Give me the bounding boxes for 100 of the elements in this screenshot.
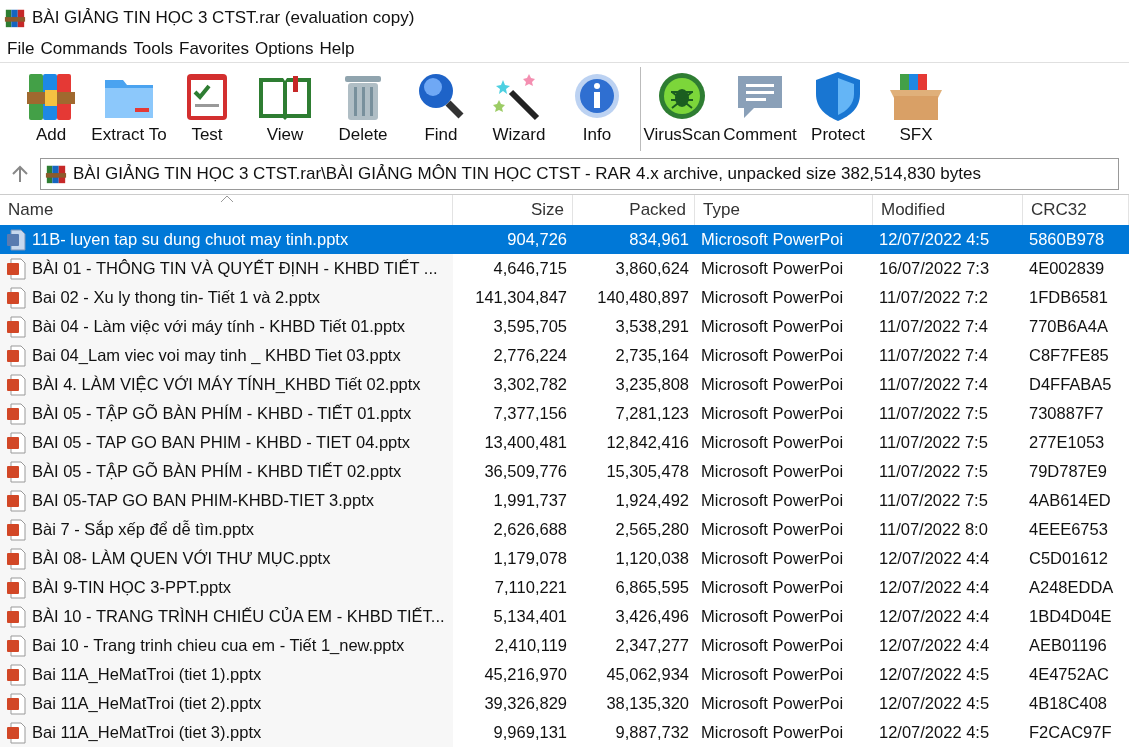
sort-ascending-icon	[220, 195, 234, 203]
table-cell-text: 4E002839	[1029, 258, 1105, 280]
toolbar-button[interactable]: Protect	[799, 66, 877, 151]
address-field[interactable]: BÀI GIẢNG TIN HỌC 3 CTST.rar\BÀI GIẢNG MÔN TIN HỌC CTST - RAR 4.x archive, unpacked size 382,514,830 bytes	[40, 158, 1119, 190]
presentation-file-icon	[6, 315, 26, 338]
toolbar-button[interactable]: Extract To	[90, 66, 168, 151]
file-row[interactable]: BÀI 01 - THÔNG TIN VÀ QUYẾT ĐỊNH - KHBD TIẾT ... 4,646,715 3,860,624 Microsoft PowerPoi 16/07/2022 7:3 4E002839	[0, 254, 1129, 283]
table-cell-text: 45,062,934	[606, 664, 689, 686]
table-cell-text: Bai 02 - Xu ly thong tin- Tiết 1 và 2.pptx	[32, 287, 320, 309]
menu-item[interactable]: Help	[316, 36, 358, 62]
up-arrow-icon[interactable]	[10, 164, 30, 184]
table-cell-text: 15,305,478	[606, 461, 689, 483]
toolbar-button[interactable]: VirusScan	[643, 66, 721, 151]
table-cell-text: 39,326,829	[484, 693, 567, 715]
table-cell-text: Microsoft PowerPoi	[701, 577, 844, 599]
file-row[interactable]: BÀI 08- LÀM QUEN VỚI THƯ MỤC.pptx 1,179,078 1,120,038 Microsoft PowerPoi 12/07/2022 4:4 C5D01612	[0, 544, 1129, 573]
presentation-file-icon	[6, 460, 26, 483]
toolbar-button[interactable]: Comment	[721, 66, 799, 151]
table-cell-text: 2,776,224	[493, 345, 567, 367]
table-cell-text: Microsoft PowerPoi	[701, 374, 844, 396]
window-title: BÀI GIẢNG TIN HỌC 3 CTST.rar (evaluation copy)	[32, 7, 415, 30]
table-cell-text: 7,110,221	[494, 577, 567, 599]
presentation-file-icon	[6, 257, 26, 280]
table-cell-text: 277E1053	[1029, 432, 1105, 454]
presentation-file-icon	[6, 721, 26, 744]
table-cell-text: Microsoft PowerPoi	[701, 693, 844, 715]
table-cell-text: A248EDDA	[1029, 577, 1114, 599]
toolbar-button[interactable]: Delete	[324, 66, 402, 151]
table-cell-text: Bai 11A_HeMatTroi (tiet 3).pptx	[32, 722, 262, 744]
table-cell-text: Microsoft PowerPoi	[701, 548, 844, 570]
file-row[interactable]: Bài 04 - Làm việc với máy tính - KHBD Tiết 01.pptx 3,595,705 3,538,291 Microsoft PowerPoi 11/07/2022 7:4 770B6A4A	[0, 312, 1129, 341]
toolbar-button[interactable]: Test	[168, 66, 246, 151]
table-cell-text: 4E4752AC	[1029, 664, 1109, 686]
presentation-file-icon	[6, 286, 26, 309]
table-cell-text: 4EEE6753	[1029, 519, 1108, 541]
table-cell-text: 3,302,782	[493, 374, 567, 396]
table-cell-text: 770B6A4A	[1029, 316, 1108, 338]
file-row[interactable]: BÀI 10 - TRANG TRÌNH CHIẾU CỦA EM - KHBD TIẾT... 5,134,401 3,426,496 Microsoft PowerPoi 12/07/2022 4:4 1BD4D04E	[0, 602, 1129, 631]
table-cell-text: 12/07/2022 4:5	[879, 229, 990, 251]
table-cell-text: 12/07/2022 4:4	[879, 606, 990, 628]
table-cell-text: 11/07/2022 7:4	[879, 345, 988, 367]
menu-item[interactable]: File	[4, 36, 38, 62]
presentation-file-icon	[6, 576, 26, 599]
table-cell-text: 12/07/2022 4:5	[879, 664, 990, 686]
table-cell-text: 1,924,492	[615, 490, 689, 512]
table-cell-text: 3,426,496	[615, 606, 689, 628]
table-cell-text: Microsoft PowerPoi	[701, 519, 844, 541]
presentation-file-icon	[6, 518, 26, 541]
file-row[interactable]: Bai 10 - Trang trinh chieu cua em - Tiết 1_new.pptx 2,410,119 2,347,277 Microsoft PowerPoi 12/07/2022 4:4 AEB01196	[0, 631, 1129, 660]
toolbar-button[interactable]: Add	[12, 66, 90, 151]
file-row[interactable]: BAI 05-TAP GO BAN PHIM-KHBD-TIET 3.pptx 1,991,737 1,924,492 Microsoft PowerPoi 11/07/2022 7:5 4AB614ED	[0, 486, 1129, 515]
table-cell-text: 4B18C408	[1029, 693, 1107, 715]
table-cell-text: BÀI 9-TIN HỌC 3-PPT.pptx	[32, 577, 231, 599]
table-cell-text: Bài 7 - Sắp xếp để dễ tìm.pptx	[32, 519, 254, 541]
table-cell-text: Microsoft PowerPoi	[701, 490, 844, 512]
table-cell-text: Bài 04 - Làm việc với máy tính - KHBD Tiết 01.pptx	[32, 316, 406, 338]
table-cell-text: 38,135,320	[606, 693, 689, 715]
file-row[interactable]: BÀI 9-TIN HỌC 3-PPT.pptx 7,110,221 6,865,595 Microsoft PowerPoi 12/07/2022 4:4 A248EDDA	[0, 573, 1129, 602]
table-cell-text: F2CAC97F	[1029, 722, 1112, 744]
toolbar-button[interactable]: Wizard	[480, 66, 558, 151]
menu-item[interactable]: Commands	[37, 36, 131, 62]
table-cell-text: 4AB614ED	[1029, 490, 1111, 512]
table-cell-text: 2,565,280	[615, 519, 689, 541]
toolbar-button[interactable]: Find	[402, 66, 480, 151]
toolbar-button[interactable]: Info	[558, 66, 636, 151]
table-cell-text: 11B- luyen tap su dung chuot may tinh.pptx	[32, 229, 349, 251]
file-row[interactable]: Bai 04_Lam viec voi may tinh _ KHBD Tiet 03.pptx 2,776,224 2,735,164 Microsoft PowerPoi 11/07/2022 7:4 C8F7FE85	[0, 341, 1129, 370]
file-row[interactable]: BÀI 4. LÀM VIỆC VỚI MÁY TÍNH_KHBD Tiết 02.pptx 3,302,782 3,235,808 Microsoft PowerPoi 11/07/2022 7:4 D4FFABA5	[0, 370, 1129, 399]
table-cell-text: 9,969,131	[493, 722, 567, 744]
file-row[interactable]: BÀI 05 - TẬP GÕ BÀN PHÍM - KHBD - TIẾT 01.pptx 7,377,156 7,281,123 Microsoft PowerPoi 11/07/2022 7:5 730887F7	[0, 399, 1129, 428]
menu-item[interactable]: Options	[251, 36, 317, 62]
table-cell-text: 730887F7	[1029, 403, 1104, 425]
table-cell-text: 834,961	[629, 229, 689, 251]
table-cell-text: 1FDB6581	[1029, 287, 1108, 309]
file-row[interactable]: BAI 05 - TAP GO BAN PHIM - KHBD - TIET 04.pptx 13,400,481 12,842,416 Microsoft PowerPoi 11/07/2022 7:5 277E1053	[0, 428, 1129, 457]
books-archive-icon	[4, 7, 26, 29]
books-archive-icon	[45, 163, 67, 185]
table-cell-text: 1,991,737	[493, 490, 567, 512]
file-row[interactable]: Bài 7 - Sắp xếp để dễ tìm.pptx 2,626,688 2,565,280 Microsoft PowerPoi 11/07/2022 8:0 4EEE6753	[0, 515, 1129, 544]
table-cell-text: 36,509,776	[484, 461, 567, 483]
menu-item[interactable]: Favorites	[176, 36, 252, 62]
file-row[interactable]: Bai 11A_HeMatTroi (tiet 3).pptx 9,969,131 9,887,732 Microsoft PowerPoi 12/07/2022 4:5 F2CAC97F	[0, 718, 1129, 747]
table-cell-text: Microsoft PowerPoi	[701, 316, 844, 338]
table-cell-text: 11/07/2022 7:4	[879, 316, 988, 338]
file-row[interactable]: Bai 11A_HeMatTroi (tiet 1).pptx 45,216,970 45,062,934 Microsoft PowerPoi 12/07/2022 4:5 4E4752AC	[0, 660, 1129, 689]
table-cell-text: Microsoft PowerPoi	[701, 229, 844, 251]
presentation-file-icon	[6, 692, 26, 715]
file-row[interactable]: Bai 11A_HeMatTroi (tiet 2).pptx 39,326,829 38,135,320 Microsoft PowerPoi 12/07/2022 4:5 4B18C408	[0, 689, 1129, 718]
presentation-file-icon	[6, 547, 26, 570]
menu-item[interactable]: Tools	[130, 36, 176, 62]
toolbar-button[interactable]: SFX	[877, 66, 955, 151]
toolbar-button[interactable]: View	[246, 66, 324, 151]
address-text: BÀI GIẢNG TIN HỌC 3 CTST.rar\BÀI GIẢNG MÔN TIN HỌC CTST - RAR 4.x archive, unpacked size 382,514,830 bytes	[73, 163, 981, 186]
table-cell-text: C5D01612	[1029, 548, 1108, 570]
file-row[interactable]: BÀI 05 - TẬP GÕ BÀN PHÍM - KHBD TIẾT 02.pptx 36,509,776 15,305,478 Microsoft PowerPoi 11/07/2022 7:5 79D787E9	[0, 457, 1129, 486]
table-cell-text: 5860B978	[1029, 229, 1105, 251]
table-cell-text: BAI 05 - TAP GO BAN PHIM - KHBD - TIET 04.pptx	[32, 432, 411, 454]
file-row[interactable]: Bai 02 - Xu ly thong tin- Tiết 1 và 2.pptx 141,304,847 140,480,897 Microsoft PowerPoi 11/07/2022 7:2 1FDB6581	[0, 283, 1129, 312]
table-cell-text: 3,860,624	[615, 258, 689, 280]
file-row[interactable]: 11B- luyen tap su dung chuot may tinh.pptx 904,726 834,961 Microsoft PowerPoi 12/07/2022 4:5 5860B978	[0, 225, 1129, 254]
